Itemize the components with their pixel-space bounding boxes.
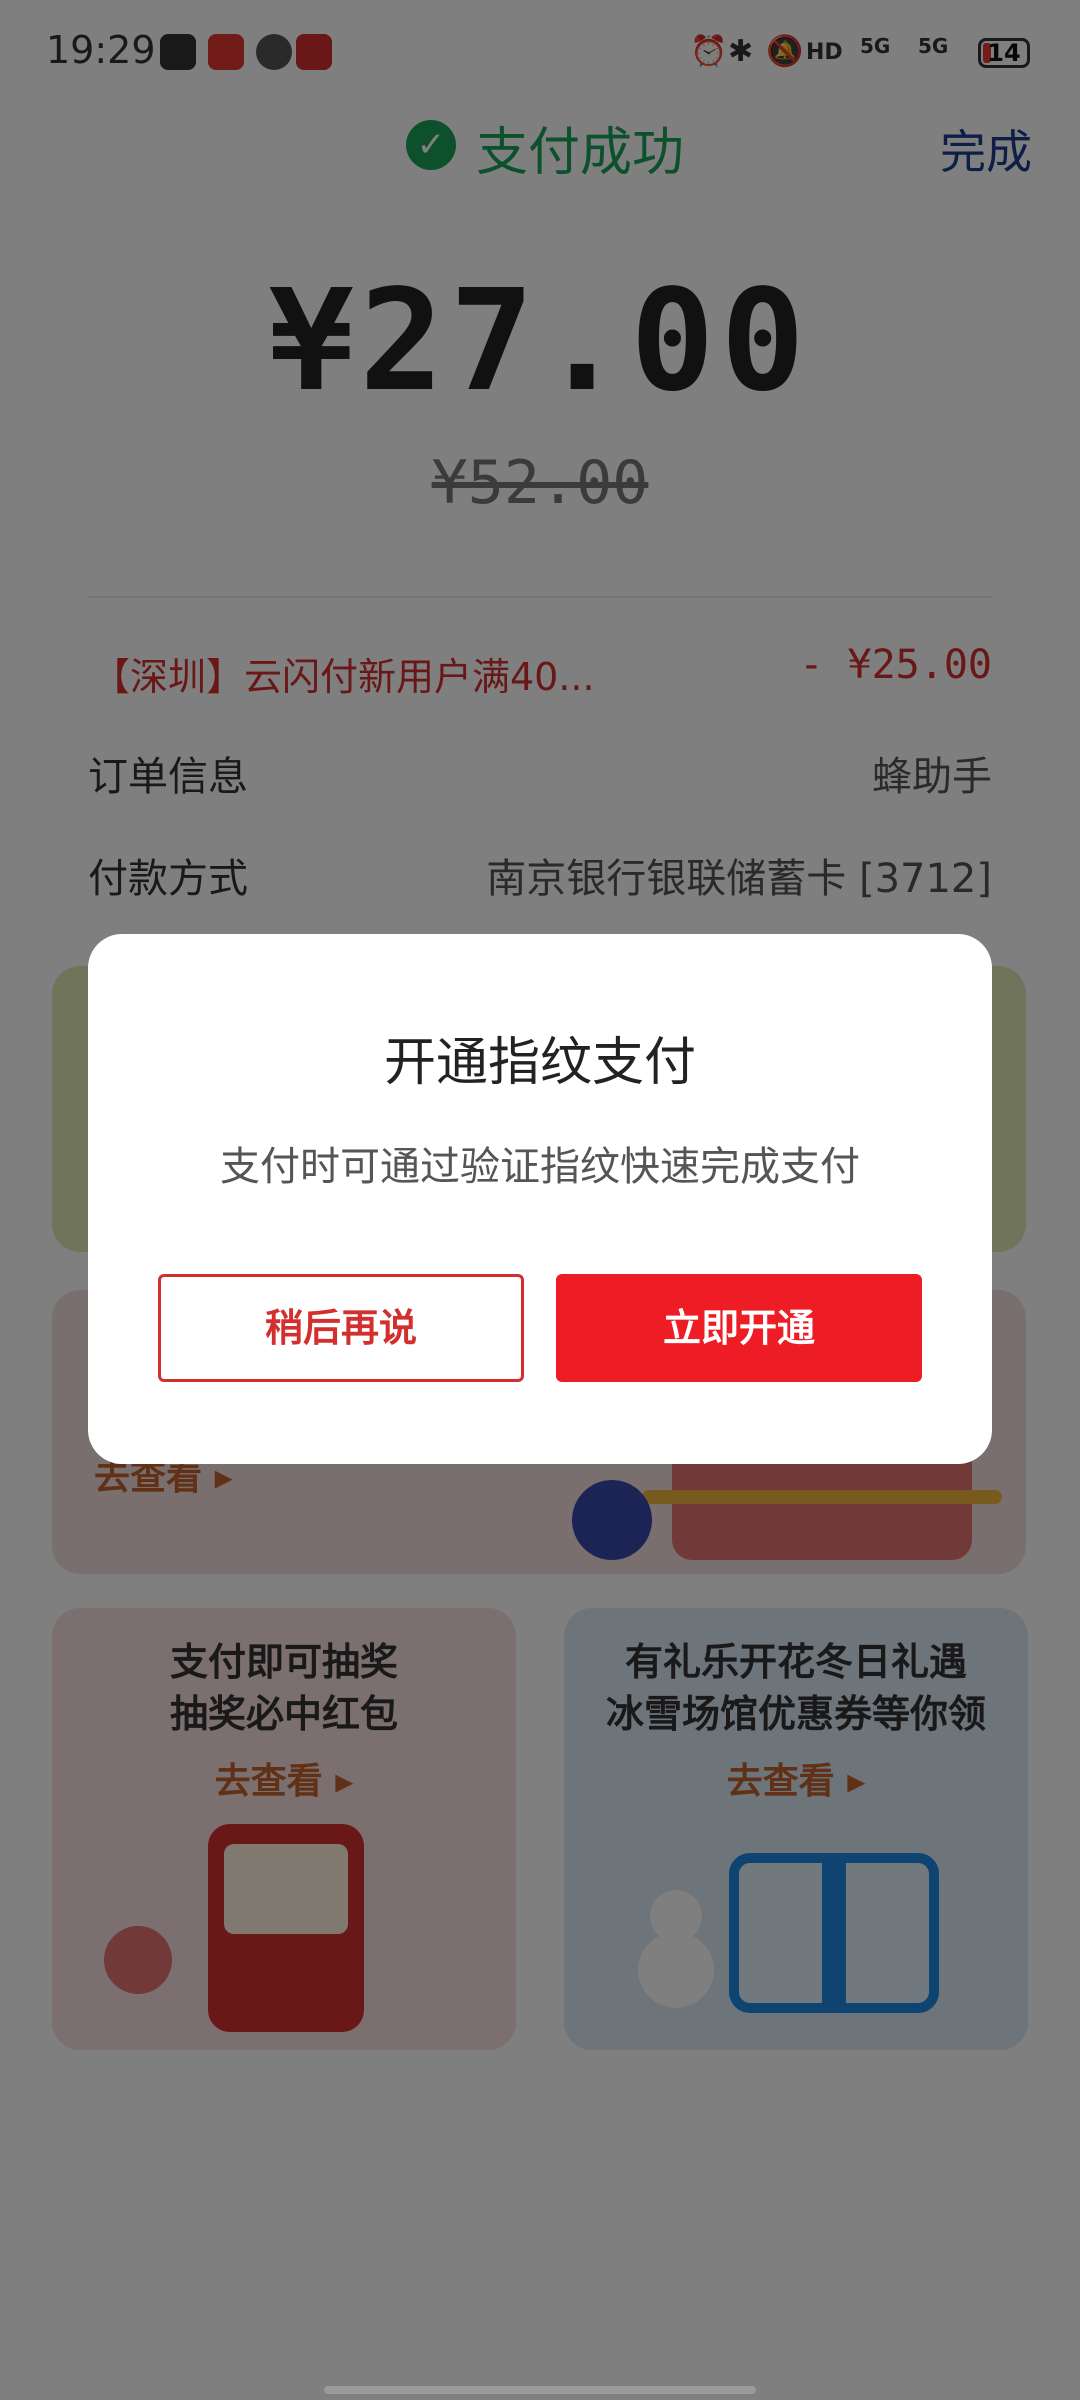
dialog-title: 开通指纹支付 [383, 1033, 696, 1093]
enable-button[interactable]: 立即开通 [556, 1274, 922, 1382]
fingerprint-dialog: 开通指纹支付 支付时可通过验证指纹快速完成支付 稍后再说 立即开通 [88, 934, 992, 1464]
dialog-message: 支付时可通过验证指纹快速完成支付 [220, 1144, 860, 1190]
later-button[interactable]: 稍后再说 [158, 1274, 524, 1382]
home-indicator[interactable] [324, 2386, 756, 2394]
